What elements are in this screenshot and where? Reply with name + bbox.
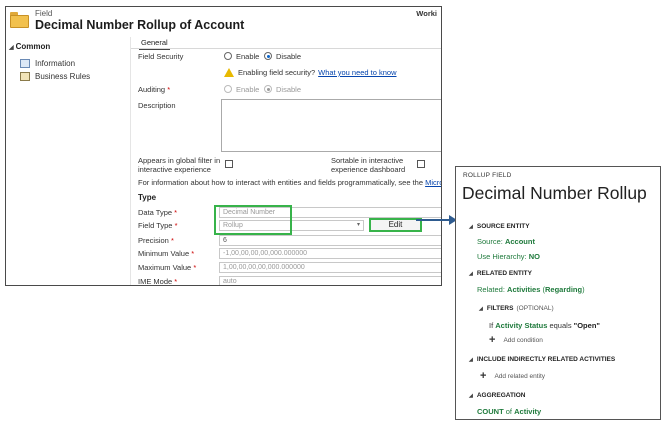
plus-icon: + (489, 334, 496, 346)
maximum-value-label: Maximum Value * (138, 263, 197, 272)
rollup-field-eyebrow: ROLLUP FIELD (463, 172, 512, 179)
description-textarea[interactable] (221, 99, 441, 152)
collapse-triangle-icon: ◢ (479, 305, 483, 312)
sdk-info-text: For information about how to interact wi… (138, 178, 441, 187)
what-you-need-to-know-link[interactable]: What you need to know (318, 68, 396, 77)
field-security-enable-label: Enable (236, 52, 260, 61)
auditing-enable-label: Enable (236, 85, 260, 94)
rollup-field-panel: ROLLUP FIELD Decimal Number Rollup ◢ SOUR… (455, 166, 661, 420)
edit-rollup-button[interactable]: Edit (369, 218, 422, 232)
collapse-triangle-icon: ◢ (469, 392, 473, 399)
page-title: Decimal Number Rollup of Account (35, 18, 245, 32)
field-security-enable-radio[interactable] (224, 52, 232, 60)
information-icon (20, 59, 30, 68)
field-security-disable-label: Disable (276, 52, 302, 61)
form-area: General Field Security Enable Disable En… (130, 37, 441, 285)
folder-icon (10, 12, 29, 28)
tab-divider (131, 48, 441, 49)
global-filter-label-line1: Appears in global filter in (138, 156, 221, 165)
description-label: Description (138, 101, 176, 110)
nav-item-business-rules[interactable]: Business Rules (20, 72, 90, 81)
related-entity-heading[interactable]: ◢ RELATED ENTITY (469, 270, 532, 277)
nav-item-information[interactable]: Information (20, 59, 75, 68)
global-filter-label-line2: interactive experience (138, 165, 211, 174)
microsoft-dynamics-sdk-link[interactable]: Microsoft Dyn (425, 178, 441, 187)
nav-section-common[interactable]: ◢ Common (9, 42, 50, 51)
maximum-value-input[interactable]: 1,00,00,00,00,000.000000 (219, 262, 441, 273)
plus-icon: + (480, 370, 487, 382)
use-hierarchy-line: Use Hierarchy: NO (477, 252, 540, 261)
warning-icon (224, 68, 234, 77)
aggregation-line[interactable]: COUNT of Activity (477, 407, 541, 416)
ime-mode-select[interactable]: auto (219, 276, 441, 285)
entity-label: Field (35, 9, 53, 18)
auditing-disable-radio[interactable] (264, 85, 272, 93)
left-navigation: ◢ Common Information Business Rules (6, 37, 126, 285)
field-security-warning: Enabling field security? What you need t… (224, 68, 397, 77)
working-on-label: Worki (416, 9, 437, 18)
filters-heading[interactable]: ◢ FILTERS (OPTIONAL) (479, 305, 554, 312)
sortable-label-line1: Sortable in interactive (331, 156, 404, 165)
add-condition-button[interactable]: + Add condition (489, 334, 543, 346)
field-editor-window: Field Decimal Number Rollup of Account W… (5, 6, 442, 286)
data-field-type-highlight (214, 205, 292, 235)
source-line: Source: Account (477, 237, 535, 246)
precision-select[interactable]: 6 (219, 235, 441, 246)
minimum-value-input[interactable]: -1,00,00,00,00,000.000000 (219, 248, 441, 259)
minimum-value-label: Minimum Value * (138, 249, 195, 258)
connector-arrow-line (416, 219, 453, 221)
source-entity-heading[interactable]: ◢ SOURCE ENTITY (469, 223, 530, 230)
data-type-label: Data Type * (138, 208, 178, 217)
field-type-label: Field Type * (138, 221, 178, 230)
type-section-heading: Type (138, 193, 157, 202)
chevron-down-icon: ▾ (356, 222, 360, 228)
precision-label: Precision * (138, 236, 174, 245)
aggregation-heading[interactable]: ◢ AGGREGATION (469, 392, 526, 399)
auditing-enable-radio[interactable] (224, 85, 232, 93)
sortable-checkbox[interactable] (417, 160, 425, 168)
filter-condition[interactable]: If Activity Status equals "Open" (489, 321, 600, 330)
field-security-disable-radio[interactable] (264, 52, 272, 60)
rollup-title: Decimal Number Rollup (462, 183, 647, 203)
field-security-label: Field Security (138, 52, 184, 61)
auditing-disable-label: Disable (276, 85, 302, 94)
auditing-label: Auditing * (138, 85, 171, 94)
global-filter-checkbox[interactable] (225, 160, 233, 168)
collapse-triangle-icon: ◢ (9, 45, 14, 51)
indirect-related-heading[interactable]: ◢ INCLUDE INDIRECTLY RELATED ACTIVITIES (469, 356, 615, 363)
related-line: Related: Activities (Regarding) (477, 285, 585, 294)
ime-mode-label: IME Mode * (138, 277, 178, 286)
add-related-entity-button[interactable]: + Add related entity (480, 370, 545, 382)
collapse-triangle-icon: ◢ (469, 223, 473, 230)
sortable-label-line2: experience dashboard (331, 165, 406, 174)
window-header: Field Decimal Number Rollup of Account W… (6, 7, 441, 35)
collapse-triangle-icon: ◢ (469, 356, 473, 363)
collapse-triangle-icon: ◢ (469, 270, 473, 277)
business-rules-icon (20, 72, 30, 81)
